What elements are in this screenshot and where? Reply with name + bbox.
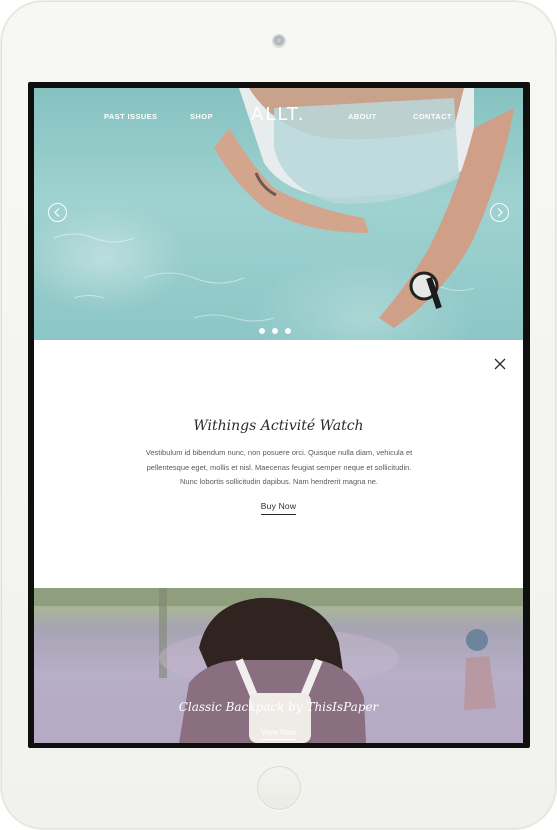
nav-about[interactable]: ABOUT — [348, 112, 377, 121]
screen: PAST ISSUES SHOP ALLT. ABOUT CONTACT Wit… — [34, 88, 523, 743]
description-line: Vestibulum id bibendum nunc, non posuere… — [145, 448, 413, 457]
top-navigation: PAST ISSUES SHOP ALLT. ABOUT CONTACT — [34, 88, 523, 148]
view-now-link[interactable]: View Now — [260, 728, 297, 740]
buy-now-link[interactable]: Buy Now — [260, 501, 297, 515]
slider-dots — [259, 321, 298, 339]
description-line: Nunc lobortis sollicitudin dapibus. Nam … — [179, 477, 379, 486]
view-now-wrapper: View Now — [34, 722, 523, 740]
hero-slider: PAST ISSUES SHOP ALLT. ABOUT CONTACT — [34, 88, 523, 340]
next-product-card[interactable]: Classic Backpack by ThisIsPaper View Now — [34, 588, 523, 743]
close-icon[interactable] — [493, 357, 507, 371]
next-product-image — [34, 588, 523, 743]
product-description: Vestibulum id bibendum nunc, non posuere… — [114, 446, 444, 490]
nav-past-issues[interactable]: PAST ISSUES — [104, 112, 157, 121]
home-button[interactable] — [257, 766, 301, 810]
camera-icon — [273, 35, 285, 47]
next-product-title: Classic Backpack by ThisIsPaper — [178, 700, 379, 714]
nav-contact[interactable]: CONTACT — [413, 112, 452, 121]
slider-dot[interactable] — [285, 328, 291, 334]
buy-now-wrapper: Buy Now — [34, 496, 523, 515]
site-logo[interactable]: ALLT. — [251, 104, 305, 125]
chevron-left-icon — [54, 208, 60, 217]
description-line: pellentesque eget, mollis et nisl. Maece… — [146, 462, 412, 472]
product-title: Withings Activité Watch — [193, 418, 364, 434]
slider-dot[interactable] — [272, 328, 278, 334]
slider-prev-button[interactable] — [48, 203, 67, 222]
slider-dot[interactable] — [259, 328, 265, 334]
slider-next-button[interactable] — [490, 203, 509, 222]
chevron-right-icon — [497, 208, 503, 217]
nav-shop[interactable]: SHOP — [190, 112, 213, 121]
